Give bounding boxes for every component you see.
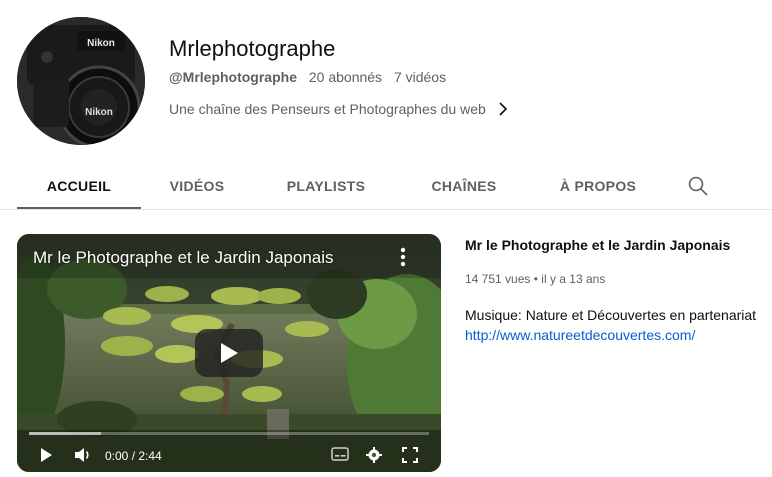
tab-a-propos[interactable]: À PROPOS — [529, 162, 667, 210]
more-vert-icon[interactable] — [397, 246, 409, 268]
play-icon — [221, 343, 238, 363]
avatar-brand-top: Nikon — [87, 38, 115, 49]
tab-accueil[interactable]: ACCUEIL — [17, 162, 141, 210]
video-count: 7 vidéos — [393, 69, 447, 85]
subscriber-count: 20 abonnés — [308, 69, 383, 85]
tab-playlists[interactable]: PLAYLISTS — [253, 162, 399, 210]
featured-video-player[interactable]: Mr le Photographe et le Jardin Japonais … — [17, 234, 441, 472]
volume-icon[interactable] — [73, 446, 93, 464]
channel-handle: @Mrlephotographe — [169, 69, 297, 85]
fullscreen-icon[interactable] — [401, 446, 419, 464]
upload-age: il y a 13 ans — [541, 272, 606, 286]
search-icon[interactable] — [687, 175, 709, 197]
tabs-divider — [0, 209, 772, 210]
channel-avatar[interactable]: Nikon Nikon — [17, 17, 145, 145]
time-display: 0:00 / 2:44 — [105, 449, 162, 463]
tab-videos[interactable]: VIDÉOS — [141, 162, 253, 210]
progress-buffered — [29, 432, 101, 435]
tab-chaines[interactable]: CHAÎNES — [399, 162, 529, 210]
avatar-brand-lens: Nikon — [85, 107, 113, 118]
channel-description-text: Une chaîne des Penseurs et Photographes … — [169, 101, 486, 117]
video-info-link[interactable]: http://www.natureetdecouvertes.com/ — [465, 327, 695, 343]
channel-meta: @Mrlephotographe 20 abonnés 7 vidéos — [169, 69, 454, 85]
view-count: 14 751 vues — [465, 272, 531, 286]
video-info-description: Musique: Nature et Découvertes en parten… — [465, 307, 757, 323]
play-icon[interactable] — [37, 446, 55, 464]
video-title-overlay[interactable]: Mr le Photographe et le Jardin Japonais — [33, 248, 334, 268]
video-info-meta: 14 751 vues • il y a 13 ans — [465, 272, 605, 286]
channel-description[interactable]: Une chaîne des Penseurs et Photographes … — [169, 101, 510, 117]
meta-separator: • — [533, 272, 538, 286]
play-overlay-button[interactable] — [195, 329, 263, 377]
video-info-title[interactable]: Mr le Photographe et le Jardin Japonais — [465, 237, 730, 253]
subtitles-icon[interactable] — [331, 446, 349, 462]
channel-tabs: ACCUEIL VIDÉOS PLAYLISTS CHAÎNES À PROPO… — [17, 162, 667, 210]
video-progress-bar[interactable] — [29, 432, 429, 435]
channel-title: Mrlephotographe — [169, 36, 336, 61]
camera-avatar-icon: Nikon Nikon — [17, 17, 145, 145]
chevron-right-icon — [499, 102, 507, 116]
player-controls: 0:00 / 2:44 — [17, 440, 441, 472]
settings-icon[interactable] — [365, 446, 383, 464]
